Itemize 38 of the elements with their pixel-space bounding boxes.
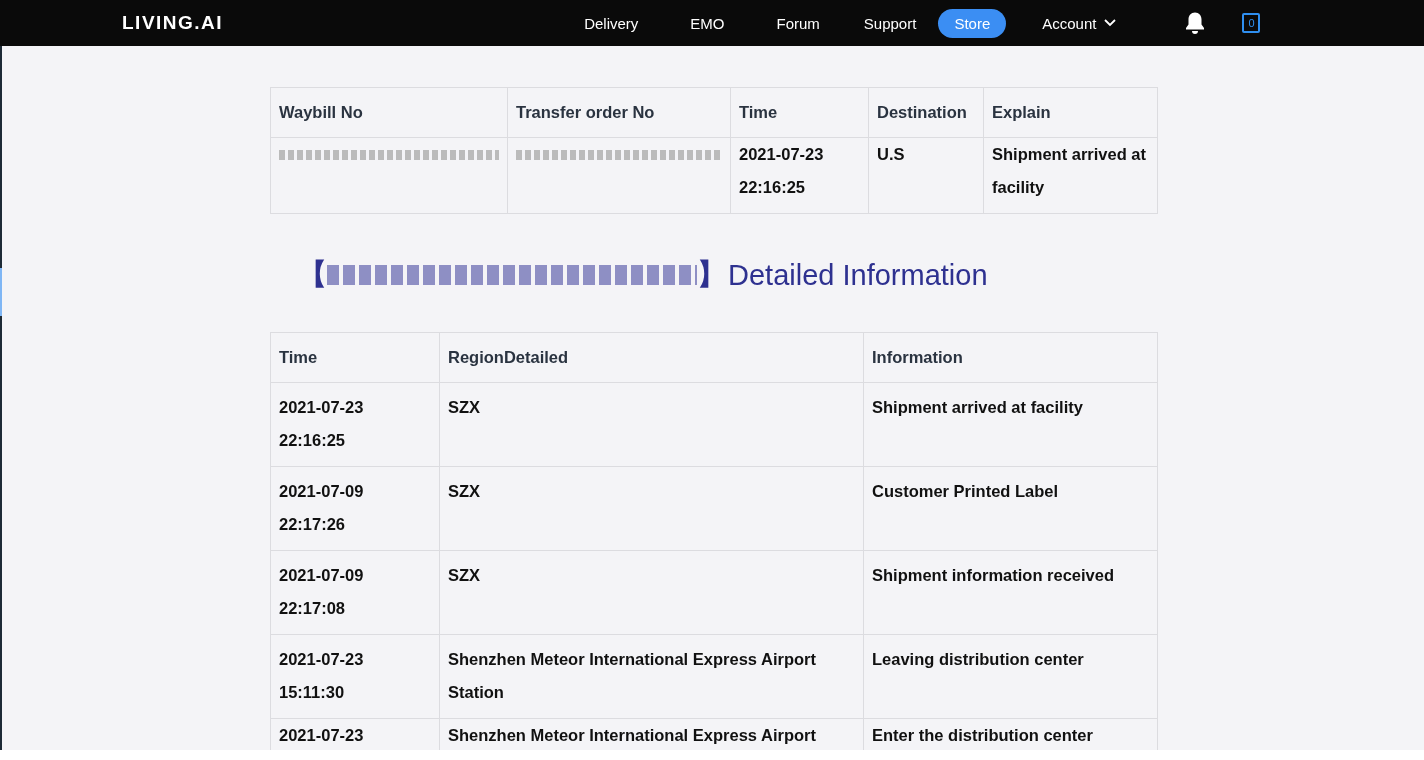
shopping-bag-count[interactable]: 0 [1242,13,1261,33]
table-cell: 2021-07-23 15:11:30 [279,650,364,701]
nav-link[interactable]: Delivery [568,8,655,38]
table-cell: Shipment arrived at facility [992,145,1147,196]
column-header: Time [270,332,440,383]
table-cell: Shenzhen Meteor International Express Airport [448,726,816,744]
section-title: Detailed Information [728,258,988,292]
column-header: Transfer order No [507,87,731,138]
bracket: 【 [298,257,327,292]
table-cell: Shipment information received [872,566,1115,584]
bracket: 】 [697,257,726,292]
table-cell: 2021-07-23 [279,726,364,744]
table-cell: SZX [448,566,481,584]
table-cell: Shipment arrived at facility [872,398,1083,416]
nav-link[interactable]: Support [847,8,933,38]
nav-link[interactable]: EMO [674,8,741,38]
table-cell: SZX [448,482,481,500]
table-cell: Customer Printed Label [872,482,1059,500]
account-menu[interactable]: Account [1026,8,1133,38]
table-cell: 2021-07-23 22:16:25 [739,145,824,196]
column-header: Time [730,87,869,138]
nav-link[interactable]: Forum [760,8,836,38]
chevron-down-icon [1104,19,1117,27]
table-cell: 2021-07-09 22:17:08 [279,566,364,617]
table-cell: Enter the distribution center [872,726,1093,744]
table-cell: Leaving distribution center [872,650,1084,668]
table-cell: 2021-07-23 22:16:25 [279,398,364,449]
column-header: Destination [868,87,984,138]
column-header: Waybill No [270,87,508,138]
column-header: Information [863,332,1158,383]
column-header: RegionDetailed [439,332,864,383]
table-cell: Shenzhen Meteor International Express Airport Station [448,650,816,701]
table-cell: 2021-07-09 22:17:26 [279,482,364,533]
logo[interactable]: LIVING.AI [122,12,224,34]
column-header: Explain [983,87,1158,138]
table-cell: SZX [448,398,481,416]
notification-bell-icon[interactable] [1184,11,1207,35]
table-cell: U.S [877,145,905,163]
